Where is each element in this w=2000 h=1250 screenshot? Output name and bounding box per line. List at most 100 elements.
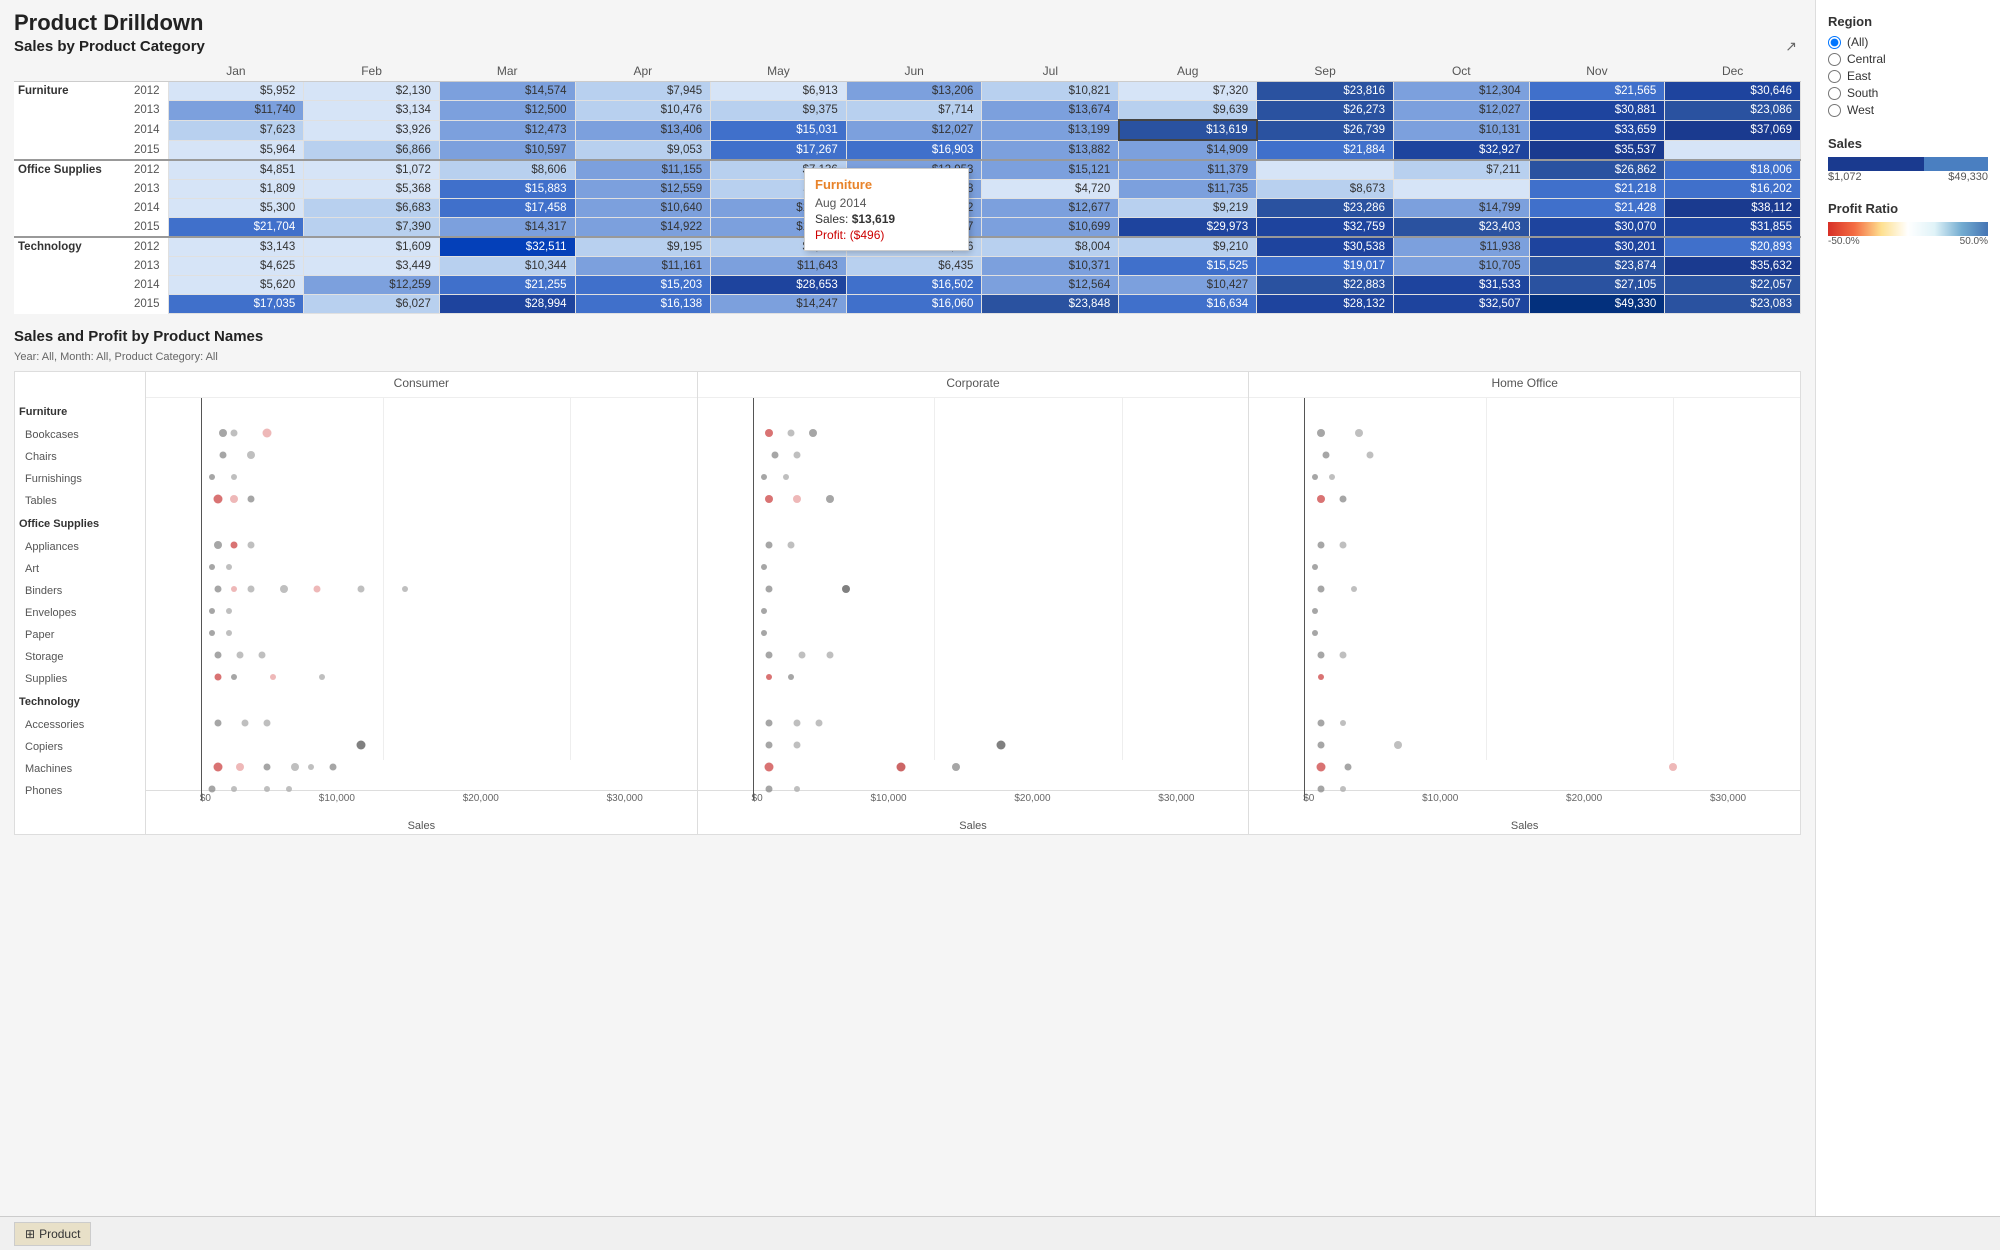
cell-Furniture-2015-1[interactable]: $6,866 [304, 140, 440, 160]
cell-Office Supplies-2015-3[interactable]: $14,922 [575, 218, 711, 238]
cell-Technology-2012-2[interactable]: $32,511 [439, 237, 575, 257]
cell-Technology-2015-5[interactable]: $16,060 [846, 295, 982, 314]
cell-Technology-2015-9[interactable]: $32,507 [1393, 295, 1529, 314]
cell-Technology-2013-10[interactable]: $23,874 [1529, 257, 1665, 276]
cell-Furniture-2015-8[interactable]: $21,884 [1257, 140, 1394, 160]
cell-Office Supplies-2012-2[interactable]: $8,606 [439, 160, 575, 180]
cell-Technology-2013-4[interactable]: $11,643 [711, 257, 847, 276]
cell-Furniture-2015-4[interactable]: $17,267 [711, 140, 847, 160]
cell-Office Supplies-2013-10[interactable]: $21,218 [1529, 180, 1665, 199]
cell-Office Supplies-2015-10[interactable]: $30,070 [1529, 218, 1665, 238]
radio-central[interactable]: Central [1828, 52, 1988, 66]
cell-Office Supplies-2015-7[interactable]: $29,973 [1119, 218, 1257, 238]
cell-Office Supplies-2014-8[interactable]: $23,286 [1257, 199, 1394, 218]
cell-Furniture-2014-8[interactable]: $26,739 [1257, 120, 1394, 140]
radio-central-input[interactable] [1828, 53, 1841, 66]
cell-Technology-2013-8[interactable]: $19,017 [1257, 257, 1394, 276]
cell-Technology-2015-3[interactable]: $16,138 [575, 295, 711, 314]
cell-Technology-2015-1[interactable]: $6,027 [304, 295, 440, 314]
cell-Furniture-2012-3[interactable]: $7,945 [575, 82, 711, 101]
cell-Furniture-2014-9[interactable]: $10,131 [1393, 120, 1529, 140]
cell-Technology-2014-9[interactable]: $31,533 [1393, 276, 1529, 295]
radio-south-input[interactable] [1828, 87, 1841, 100]
cell-Technology-2014-11[interactable]: $22,057 [1665, 276, 1801, 295]
cell-Furniture-2014-1[interactable]: $3,926 [304, 120, 440, 140]
cell-Office Supplies-2012-3[interactable]: $11,155 [575, 160, 711, 180]
cell-Technology-2014-7[interactable]: $10,427 [1119, 276, 1257, 295]
cell-Furniture-2014-2[interactable]: $12,473 [439, 120, 575, 140]
cell-Technology-2013-1[interactable]: $3,449 [304, 257, 440, 276]
cell-Office Supplies-2013-7[interactable]: $11,735 [1119, 180, 1257, 199]
cell-Technology-2014-6[interactable]: $12,564 [982, 276, 1119, 295]
cell-Office Supplies-2013-3[interactable]: $12,559 [575, 180, 711, 199]
cell-Office Supplies-2015-11[interactable]: $31,855 [1665, 218, 1801, 238]
cell-Furniture-2014-4[interactable]: $15,031 [711, 120, 847, 140]
cell-Technology-2014-8[interactable]: $22,883 [1257, 276, 1394, 295]
cell-Office Supplies-2012-8[interactable] [1257, 160, 1394, 180]
cell-Furniture-2014-0[interactable]: $7,623 [168, 120, 304, 140]
cell-Furniture-2013-5[interactable]: $7,714 [846, 101, 982, 121]
cell-Technology-2015-0[interactable]: $17,035 [168, 295, 304, 314]
cell-Furniture-2015-9[interactable]: $32,927 [1393, 140, 1529, 160]
radio-south[interactable]: South [1828, 86, 1988, 100]
radio-all-input[interactable] [1828, 36, 1841, 49]
cell-Office Supplies-2014-9[interactable]: $14,799 [1393, 199, 1529, 218]
cell-Furniture-2013-4[interactable]: $9,375 [711, 101, 847, 121]
cell-Office Supplies-2015-9[interactable]: $23,403 [1393, 218, 1529, 238]
cell-Technology-2012-3[interactable]: $9,195 [575, 237, 711, 257]
cell-Furniture-2014-3[interactable]: $13,406 [575, 120, 711, 140]
cell-Furniture-2013-0[interactable]: $11,740 [168, 101, 304, 121]
cell-Furniture-2015-5[interactable]: $16,903 [846, 140, 982, 160]
cell-Technology-2014-5[interactable]: $16,502 [846, 276, 982, 295]
cell-Office Supplies-2015-6[interactable]: $10,699 [982, 218, 1119, 238]
cell-Furniture-2015-7[interactable]: $14,909 [1119, 140, 1257, 160]
cell-Technology-2015-2[interactable]: $28,994 [439, 295, 575, 314]
cell-Office Supplies-2013-8[interactable]: $8,673 [1257, 180, 1394, 199]
cell-Office Supplies-2014-6[interactable]: $12,677 [982, 199, 1119, 218]
cell-Technology-2015-4[interactable]: $14,247 [711, 295, 847, 314]
radio-east[interactable]: East [1828, 69, 1988, 83]
cell-Furniture-2012-4[interactable]: $6,913 [711, 82, 847, 101]
cell-Office Supplies-2014-7[interactable]: $9,219 [1119, 199, 1257, 218]
cell-Furniture-2013-1[interactable]: $3,134 [304, 101, 440, 121]
cell-Furniture-2012-7[interactable]: $7,320 [1119, 82, 1257, 101]
cell-Furniture-2012-10[interactable]: $21,565 [1529, 82, 1665, 101]
cell-Office Supplies-2014-3[interactable]: $10,640 [575, 199, 711, 218]
cell-Technology-2015-7[interactable]: $16,634 [1119, 295, 1257, 314]
cell-Furniture-2013-2[interactable]: $12,500 [439, 101, 575, 121]
cell-Technology-2014-4[interactable]: $28,653 [711, 276, 847, 295]
cell-Technology-2014-1[interactable]: $12,259 [304, 276, 440, 295]
cell-Office Supplies-2012-10[interactable]: $26,862 [1529, 160, 1665, 180]
cell-Technology-2012-1[interactable]: $1,609 [304, 237, 440, 257]
cell-Furniture-2013-11[interactable]: $23,086 [1665, 101, 1801, 121]
cell-Technology-2014-10[interactable]: $27,105 [1529, 276, 1665, 295]
cell-Office Supplies-2012-6[interactable]: $15,121 [982, 160, 1119, 180]
radio-west[interactable]: West [1828, 103, 1988, 117]
cell-Furniture-2014-7[interactable]: $13,619 [1119, 120, 1257, 140]
cell-Office Supplies-2012-1[interactable]: $1,072 [304, 160, 440, 180]
cell-Office Supplies-2014-1[interactable]: $6,683 [304, 199, 440, 218]
radio-west-input[interactable] [1828, 104, 1841, 117]
cell-Furniture-2012-9[interactable]: $12,304 [1393, 82, 1529, 101]
cell-Office Supplies-2012-11[interactable]: $18,006 [1665, 160, 1801, 180]
cell-Furniture-2013-9[interactable]: $12,027 [1393, 101, 1529, 121]
cell-Technology-2012-9[interactable]: $11,938 [1393, 237, 1529, 257]
cell-Technology-2012-10[interactable]: $30,201 [1529, 237, 1665, 257]
cell-Technology-2012-6[interactable]: $8,004 [982, 237, 1119, 257]
cell-Furniture-2013-7[interactable]: $9,639 [1119, 101, 1257, 121]
cell-Furniture-2013-3[interactable]: $10,476 [575, 101, 711, 121]
cell-Technology-2014-2[interactable]: $21,255 [439, 276, 575, 295]
cell-Furniture-2012-0[interactable]: $5,952 [168, 82, 304, 101]
cell-Office Supplies-2012-7[interactable]: $11,379 [1119, 160, 1257, 180]
cell-Furniture-2015-2[interactable]: $10,597 [439, 140, 575, 160]
cell-Furniture-2015-10[interactable]: $35,537 [1529, 140, 1665, 160]
cell-Office Supplies-2013-6[interactable]: $4,720 [982, 180, 1119, 199]
cell-Office Supplies-2013-11[interactable]: $16,202 [1665, 180, 1801, 199]
cell-Office Supplies-2014-10[interactable]: $21,428 [1529, 199, 1665, 218]
cell-Technology-2012-0[interactable]: $3,143 [168, 237, 304, 257]
cell-Furniture-2012-11[interactable]: $30,646 [1665, 82, 1801, 101]
cell-Furniture-2015-6[interactable]: $13,882 [982, 140, 1119, 160]
cell-Technology-2013-2[interactable]: $10,344 [439, 257, 575, 276]
cell-Technology-2012-11[interactable]: $20,893 [1665, 237, 1801, 257]
cell-Furniture-2015-11[interactable] [1665, 140, 1801, 160]
